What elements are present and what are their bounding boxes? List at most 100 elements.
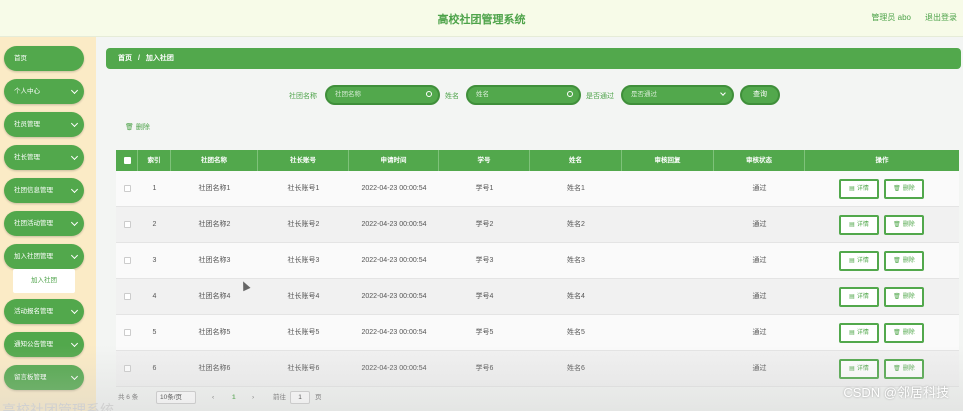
document-icon: ▤ <box>849 186 855 192</box>
detail-button[interactable]: ▤ 详情 <box>839 323 879 343</box>
header-review-reply: 审核回复 <box>622 150 714 171</box>
cell-apply-time: 2022-04-23 00:00:54 <box>361 293 427 300</box>
approved-select[interactable]: 是否通过 <box>621 85 734 105</box>
table-row: 2 社团名称2 社长账号2 2022-04-23 00:00:54 学号2 姓名… <box>116 207 959 243</box>
detail-button[interactable]: ▤ 详情 <box>839 179 879 199</box>
trash-icon: 🗑 <box>893 222 901 228</box>
trash-icon: 🗑 <box>125 124 134 131</box>
sidebar-item-club-activity-management[interactable]: 社团活动管理 <box>4 211 84 236</box>
sidebar-item-club-info-management[interactable]: 社团信息管理 <box>4 178 84 203</box>
row-delete-button[interactable]: 🗑 删除 <box>884 215 924 235</box>
detail-button[interactable]: ▤ 详情 <box>839 251 879 271</box>
header-actions: 操作 <box>875 157 889 164</box>
cell-review-reply <box>622 243 714 279</box>
cell-leader-account: 社长账号5 <box>287 329 320 336</box>
sidebar-item-message-board-management[interactable]: 留言板管理 <box>4 365 84 390</box>
cell-leader-account: 社长账号6 <box>287 365 320 372</box>
breadcrumb-home[interactable]: 首页 <box>118 55 132 62</box>
header-name: 姓名 <box>530 150 622 171</box>
table-row: 1 社团名称1 社长账号1 2022-04-23 00:00:54 学号1 姓名… <box>116 171 959 207</box>
chevron-down-icon <box>70 119 79 128</box>
sidebar-item-member-management[interactable]: 社员管理 <box>4 112 84 137</box>
detail-button[interactable]: ▤ 详情 <box>839 359 879 379</box>
cell-student-id: 学号4 <box>475 293 494 300</box>
club-name-label: 社团名称 <box>289 93 317 100</box>
row-delete-button[interactable]: 🗑 删除 <box>884 359 924 379</box>
sidebar-item-join-club-management[interactable]: 加入社团管理 <box>4 244 84 269</box>
table-row: 3 社团名称3 社长账号3 2022-04-23 00:00:54 学号3 姓名… <box>116 243 959 279</box>
name-input[interactable]: 姓名 <box>466 85 581 105</box>
table-row: 5 社团名称5 社长账号5 2022-04-23 00:00:54 学号5 姓名… <box>116 315 959 351</box>
row-checkbox[interactable] <box>124 185 131 192</box>
chevron-down-icon <box>70 86 79 95</box>
search-icon <box>567 91 573 97</box>
document-icon: ▤ <box>849 258 855 264</box>
row-delete-button[interactable]: 🗑 删除 <box>884 287 924 307</box>
app-title: 高校社团管理系统 <box>437 14 526 26</box>
cell-club-name: 社团名称5 <box>198 329 231 336</box>
batch-delete-button[interactable]: 🗑 删除 <box>125 122 150 132</box>
row-checkbox[interactable] <box>124 257 131 264</box>
query-button[interactable]: 查询 <box>740 85 780 105</box>
row-checkbox[interactable] <box>124 221 131 228</box>
cell-club-name: 社团名称2 <box>198 221 231 228</box>
cell-student-id: 学号6 <box>475 365 494 372</box>
detail-button[interactable]: ▤ 详情 <box>839 215 879 235</box>
cell-club-name: 社团名称3 <box>198 257 231 264</box>
pager-next-button[interactable]: › <box>252 391 254 405</box>
document-icon: ▤ <box>849 222 855 228</box>
cell-apply-time: 2022-04-23 00:00:54 <box>361 329 427 336</box>
top-header: 高校社团管理系统 管理员 abo 退出登录 <box>0 0 963 37</box>
cell-review-reply <box>622 171 714 207</box>
cell-apply-time: 2022-04-23 00:00:54 <box>361 185 427 192</box>
select-all-checkbox[interactable] <box>124 157 131 164</box>
sidebar-item-activity-signup-management[interactable]: 活动报名管理 <box>4 299 84 324</box>
pager-goto-input[interactable]: 1 <box>290 391 310 404</box>
cell-index: 3 <box>152 257 157 264</box>
cell-review-status: 通过 <box>752 257 767 264</box>
cell-review-reply <box>622 207 714 243</box>
row-checkbox[interactable] <box>124 293 131 300</box>
sidebar-subitem-join-club[interactable]: 加入社团 <box>13 269 75 293</box>
detail-button[interactable]: ▤ 详情 <box>839 287 879 307</box>
cell-name: 姓名6 <box>567 365 585 372</box>
admin-label: 管理员 abo <box>871 13 911 22</box>
cell-review-status: 通过 <box>752 293 767 300</box>
cell-index: 1 <box>152 185 157 192</box>
chevron-down-icon <box>70 152 79 161</box>
breadcrumb-current: 加入社团 <box>145 55 174 62</box>
cell-review-reply <box>622 351 714 387</box>
cell-review-status: 通过 <box>752 365 767 372</box>
sidebar-item-home[interactable]: 首页 <box>4 46 84 71</box>
cell-club-name: 社团名称6 <box>198 365 231 372</box>
logout-link[interactable]: 退出登录 <box>925 12 957 23</box>
row-delete-button[interactable]: 🗑 删除 <box>884 179 924 199</box>
row-delete-button[interactable]: 🗑 删除 <box>884 251 924 271</box>
cell-index: 2 <box>152 221 157 228</box>
club-name-input[interactable]: 社团名称 <box>325 85 440 105</box>
table-row: 6 社团名称6 社长账号6 2022-04-23 00:00:54 学号6 姓名… <box>116 351 959 387</box>
row-checkbox[interactable] <box>124 365 131 372</box>
row-checkbox[interactable] <box>124 329 131 336</box>
sidebar-item-notice-management[interactable]: 通知公告管理 <box>4 332 84 357</box>
csdn-watermark: CSDN @邻居科技 <box>843 385 949 400</box>
chevron-down-icon <box>70 185 79 194</box>
chevron-down-icon <box>70 372 79 381</box>
document-icon: ▤ <box>849 366 855 372</box>
sidebar-item-personal-center[interactable]: 个人中心 <box>4 79 84 104</box>
page-size-select[interactable]: 10条/页 <box>156 391 196 404</box>
chevron-down-icon <box>70 306 79 315</box>
cell-name: 姓名3 <box>567 257 585 264</box>
cell-apply-time: 2022-04-23 00:00:54 <box>361 365 427 372</box>
document-icon: ▤ <box>849 294 855 300</box>
bottom-ghost-title: 高校社团管理系统 <box>2 402 114 411</box>
cell-club-name: 社团名称1 <box>198 185 231 192</box>
cell-review-reply <box>622 279 714 315</box>
cell-name: 姓名1 <box>567 185 585 192</box>
pager-prev-button[interactable]: ‹ <box>212 391 214 405</box>
pager-current-page[interactable]: 1 <box>232 391 236 405</box>
row-delete-button[interactable]: 🗑 删除 <box>884 323 924 343</box>
trash-icon: 🗑 <box>893 294 901 300</box>
sidebar-item-leader-management[interactable]: 社长管理 <box>4 145 84 170</box>
sidebar: 首页 个人中心 社员管理 社长管理 社团信息管理 社团活动管理 加入社团管理 加… <box>0 37 96 411</box>
